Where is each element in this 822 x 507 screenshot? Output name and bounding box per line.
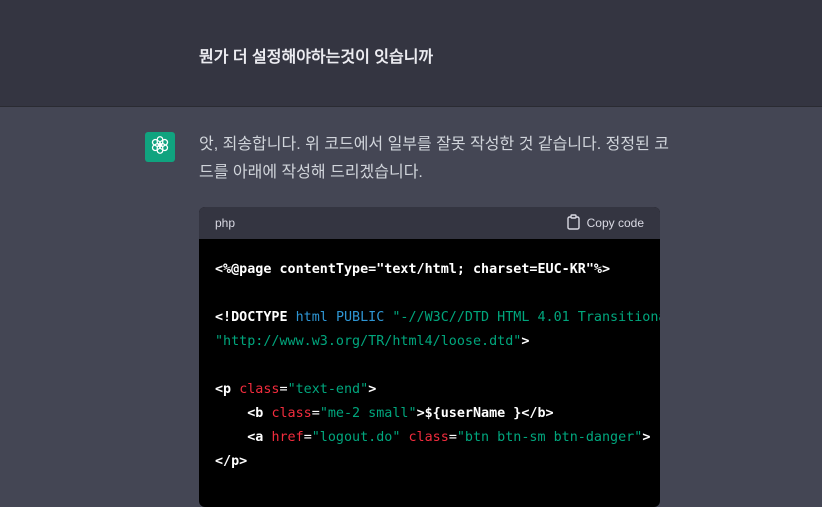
code-token: > <box>368 382 377 397</box>
openai-logo-icon <box>149 134 171 161</box>
code-token: html <box>295 310 328 325</box>
code-line: <!DOCTYPE html PUBLIC "-//W3C//DTD HTML … <box>215 306 660 330</box>
copy-code-button[interactable]: Copy code <box>566 213 644 233</box>
code-block: php Copy code <%@page contentType="text/… <box>199 207 660 507</box>
code-line: <b class="me-2 small">${userName }</b> <box>215 402 644 426</box>
code-token: href <box>271 430 304 445</box>
code-line: "http://www.w3.org/TR/html4/loose.dtd"> <box>215 330 644 354</box>
code-token: <b <box>247 406 264 421</box>
code-token: </p> <box>215 454 248 469</box>
code-token: <%@page contentType="text/html; charset=… <box>215 262 611 277</box>
assistant-reply-text: 앗, 죄송합니다. 위 코드에서 일부를 잘못 작성한 것 같습니다. 정정된 … <box>199 136 669 181</box>
code-content: <%@page contentType="text/html; charset=… <box>199 239 660 474</box>
code-token: "-//W3C//DTD HTML 4.01 Transitional//EN" <box>392 310 660 325</box>
code-token: <!DOCTYPE <box>215 310 296 325</box>
code-token: "http://www.w3.org/TR/html4/loose.dtd" <box>215 334 522 349</box>
code-token: > <box>521 334 530 349</box>
code-line: <a href="logout.do" class="btn btn-sm bt… <box>215 426 650 450</box>
copy-code-label: Copy code <box>586 216 644 230</box>
code-token: "text-end" <box>287 382 369 397</box>
clipboard-icon <box>566 213 581 233</box>
code-token: = <box>448 430 457 445</box>
code-block-header: php Copy code <box>199 207 660 239</box>
code-token: "logout.do" <box>311 430 401 445</box>
code-token: > <box>642 430 651 445</box>
user-message-text: 뭔가 더 설정해야하는것이 잇습니까 <box>199 49 434 66</box>
code-token: class <box>408 430 449 445</box>
user-message-row: 뭔가 더 설정해야하는것이 잇습니까 <box>0 0 822 107</box>
code-token: "me-2 small" <box>319 406 417 421</box>
code-token: = <box>279 382 288 397</box>
code-token: >${userName }</b> <box>416 406 554 421</box>
assistant-message-row: 앗, 죄송합니다. 위 코드에서 일부를 잘못 작성한 것 같습니다. 정정된 … <box>0 107 822 507</box>
code-token: class <box>239 382 280 397</box>
code-token: PUBLIC <box>335 310 385 325</box>
code-language-label: php <box>215 216 236 230</box>
code-token: <p <box>215 382 232 397</box>
code-line: </p> <box>215 450 644 474</box>
assistant-avatar <box>145 132 175 162</box>
code-token: "btn btn-sm btn-danger" <box>456 430 643 445</box>
code-token: = <box>311 406 320 421</box>
code-line: <p class="text-end"> <box>215 378 644 402</box>
code-token: class <box>271 406 312 421</box>
code-token: <a <box>247 430 264 445</box>
code-line: <%@page contentType="text/html; charset=… <box>215 258 644 282</box>
code-token: = <box>303 430 312 445</box>
